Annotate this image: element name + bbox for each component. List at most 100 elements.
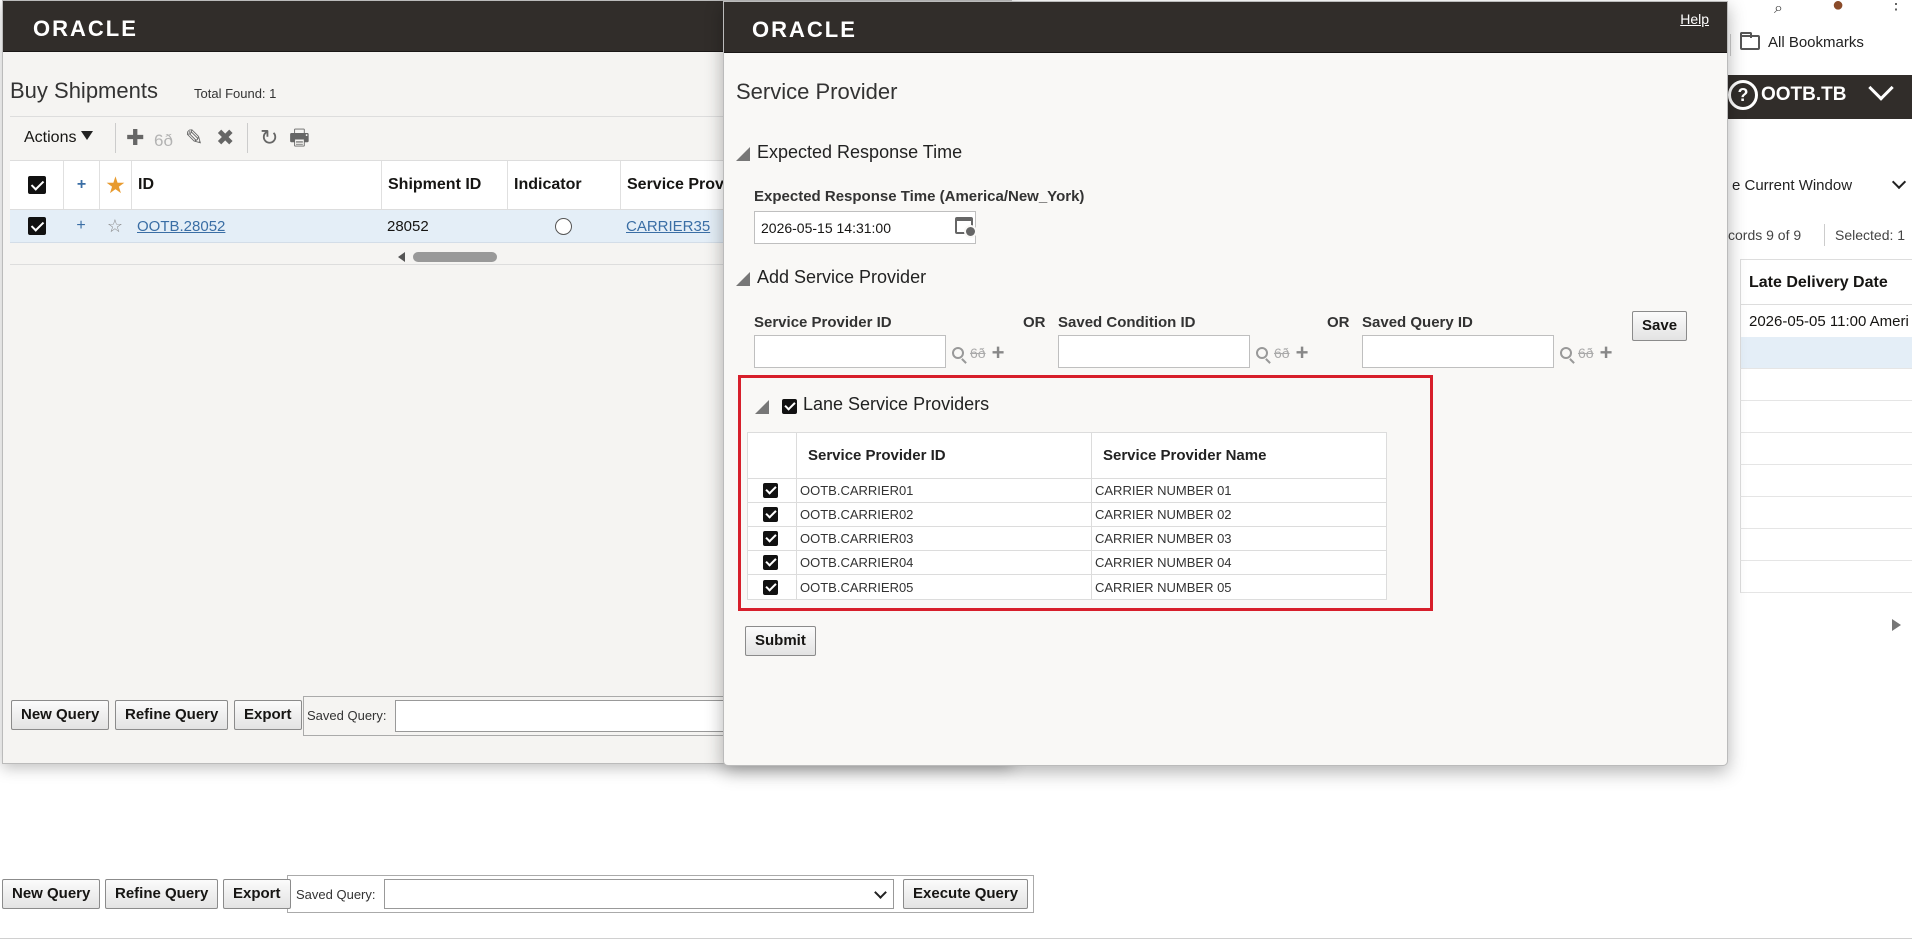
row-checkbox[interactable] xyxy=(27,217,46,235)
table-row[interactable] xyxy=(1740,337,1912,369)
user-menu-label[interactable]: OOTB.TB xyxy=(1761,84,1847,106)
help-link[interactable]: Help xyxy=(1680,11,1709,27)
row-checkbox[interactable] xyxy=(763,507,778,522)
table-row[interactable]: OOTB.CARRIER02 CARRIER NUMBER 02 xyxy=(748,503,1386,527)
provider-name-cell: CARRIER NUMBER 02 xyxy=(1095,507,1232,522)
more-menu-icon[interactable]: ⋮ xyxy=(1888,0,1904,14)
saved-query-select[interactable] xyxy=(384,879,894,909)
calendar-icon[interactable] xyxy=(955,217,977,238)
all-bookmarks[interactable]: All Bookmarks xyxy=(1730,32,1864,56)
refine-query-button[interactable]: Refine Query xyxy=(105,879,219,909)
row-checkbox[interactable] xyxy=(763,555,778,570)
column-header-provider-name[interactable]: Service Provider Name xyxy=(1103,433,1266,478)
submit-button[interactable]: Submit xyxy=(745,626,816,656)
saved-condition-id-input[interactable] xyxy=(1058,335,1250,368)
table-row[interactable] xyxy=(1740,433,1912,465)
new-query-button[interactable]: New Query xyxy=(2,879,101,909)
table-row[interactable] xyxy=(1740,497,1912,529)
star-icon[interactable]: ★ xyxy=(107,173,125,198)
search-icon[interactable] xyxy=(1560,347,1572,359)
section-expected-response: Expected Response Time xyxy=(757,142,963,162)
row-checkbox-cell[interactable] xyxy=(10,210,63,242)
export-button[interactable]: Export xyxy=(223,879,291,909)
table-row[interactable] xyxy=(1740,529,1912,561)
background-results-panel: e Current Window cords 9 of 9 Selected: … xyxy=(1728,119,1912,639)
column-header-shipment-id[interactable]: Shipment ID xyxy=(381,161,507,209)
horizontal-scrollbar[interactable] xyxy=(398,251,638,263)
print-icon[interactable]: 🖶 xyxy=(289,125,310,151)
view-icon[interactable]: 6ð xyxy=(1578,345,1594,361)
row-checkbox[interactable] xyxy=(763,531,778,546)
row-checkbox[interactable] xyxy=(763,483,778,498)
select-all-checkbox[interactable] xyxy=(27,176,46,194)
scrollbar-thumb[interactable] xyxy=(413,252,497,262)
view-icon[interactable]: 6ð xyxy=(970,345,986,361)
late-delivery-date-header[interactable]: Late Delivery Date xyxy=(1740,259,1912,305)
service-provider-link[interactable]: CARRIER35 xyxy=(626,218,710,235)
add-icon[interactable]: + xyxy=(1600,342,1613,364)
delete-icon[interactable]: ✖ xyxy=(216,125,234,151)
profile-avatar-icon[interactable]: ● xyxy=(1832,0,1844,17)
scroll-right-arrow-icon[interactable] xyxy=(1892,619,1901,631)
table-row[interactable]: OOTB.CARRIER05 CARRIER NUMBER 05 xyxy=(748,575,1386,599)
table-row[interactable]: OOTB.CARRIER01 CARRIER NUMBER 01 xyxy=(748,479,1386,503)
column-header-indicator[interactable]: Indicator xyxy=(507,161,620,209)
section-add-service-provider: Add Service Provider xyxy=(757,267,927,287)
all-bookmarks-label: All Bookmarks xyxy=(1768,34,1864,51)
expected-response-input[interactable] xyxy=(754,211,976,244)
service-provider-id-label: Service Provider ID xyxy=(754,314,892,331)
execute-query-button[interactable]: Execute Query xyxy=(903,879,1029,909)
actions-menu-button[interactable]: Actions xyxy=(24,129,94,147)
expand-column-header: + xyxy=(63,161,99,209)
search-icon[interactable] xyxy=(1256,347,1268,359)
service-provider-id-input[interactable] xyxy=(754,335,946,368)
bottom-query-bar: New Query Refine Query Export Saved Quer… xyxy=(2,875,1034,913)
table-row[interactable] xyxy=(1740,465,1912,497)
new-query-button[interactable]: New Query xyxy=(11,700,110,730)
table-row[interactable]: OOTB.CARRIER04 CARRIER NUMBER 04 xyxy=(748,551,1386,575)
collapse-triangle-icon[interactable] xyxy=(736,147,750,161)
saved-query-id-label: Saved Query ID xyxy=(1362,314,1473,331)
row-checkbox-cell xyxy=(763,551,778,574)
refine-query-button[interactable]: Refine Query xyxy=(115,700,229,730)
collapse-triangle-icon[interactable] xyxy=(755,400,769,414)
caret-down-icon xyxy=(81,131,94,140)
chevron-down-icon[interactable] xyxy=(1868,75,1894,101)
records-divider xyxy=(1824,224,1825,246)
collapse-triangle-icon[interactable] xyxy=(736,272,750,286)
expand-plus-icon[interactable]: + xyxy=(76,217,85,235)
add-icon[interactable]: + xyxy=(992,342,1005,364)
table-row[interactable] xyxy=(1740,401,1912,433)
table-row[interactable] xyxy=(1740,561,1912,593)
expected-response-label: Expected Response Time (America/New_York… xyxy=(754,188,1085,205)
select-all-checkbox-cell[interactable] xyxy=(10,161,63,209)
saved-query-id-input[interactable] xyxy=(1362,335,1554,368)
refresh-icon[interactable]: ↻ xyxy=(260,125,278,151)
lens-icon[interactable]: ⌕ xyxy=(1774,0,1783,18)
row-checkbox-cell xyxy=(763,503,778,526)
search-icon[interactable] xyxy=(952,347,964,359)
save-button[interactable]: Save xyxy=(1632,311,1688,341)
view-icon[interactable]: 6ð xyxy=(1274,345,1290,361)
plus-icon[interactable]: + xyxy=(77,176,86,194)
edit-icon[interactable]: ✎ xyxy=(185,125,203,151)
column-header-id[interactable]: ID xyxy=(131,161,381,209)
provider-name-cell: CARRIER NUMBER 05 xyxy=(1095,579,1232,595)
add-icon[interactable]: + xyxy=(1296,342,1309,364)
export-button[interactable]: Export xyxy=(234,700,302,730)
scroll-left-arrow-icon[interactable] xyxy=(398,252,405,262)
column-divider xyxy=(796,503,797,526)
star-outline-icon[interactable]: ☆ xyxy=(107,216,123,237)
indicator-circle-icon xyxy=(555,217,572,235)
help-icon[interactable]: ? xyxy=(1728,80,1758,110)
table-row[interactable]: OOTB.CARRIER03 CARRIER NUMBER 03 xyxy=(748,527,1386,551)
lane-providers-select-all-checkbox[interactable] xyxy=(782,399,797,414)
add-icon[interactable]: ✚ xyxy=(126,125,144,151)
table-row[interactable] xyxy=(1740,369,1912,401)
row-checkbox[interactable] xyxy=(763,579,778,595)
shipment-id-link[interactable]: OOTB.28052 xyxy=(137,218,225,235)
open-in-window-select[interactable]: e Current Window xyxy=(1728,173,1908,199)
column-divider xyxy=(1091,551,1092,574)
column-header-provider-id[interactable]: Service Provider ID xyxy=(808,433,946,478)
view-icon[interactable]: 6ð xyxy=(154,128,173,154)
